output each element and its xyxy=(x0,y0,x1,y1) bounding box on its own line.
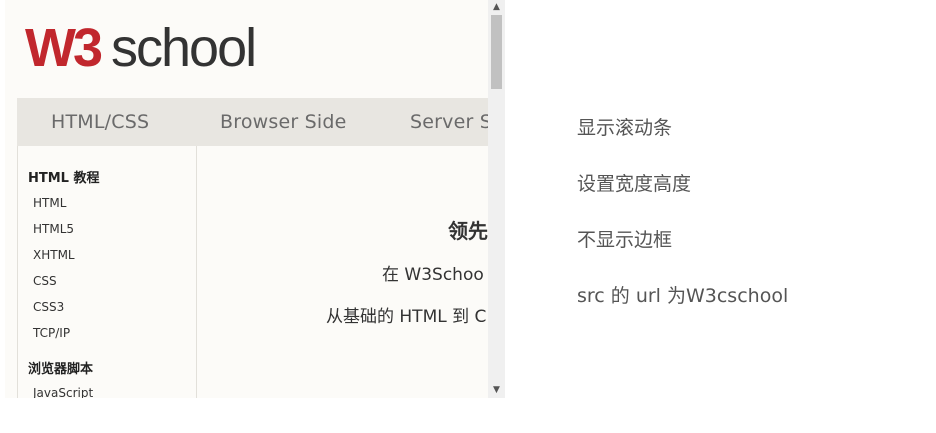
nav-item-server-side[interactable]: Server Si xyxy=(410,111,488,133)
nav-item-browser-side[interactable]: Browser Side xyxy=(220,111,347,133)
nav-item-html-css[interactable]: HTML/CSS xyxy=(51,111,149,133)
svg-text:W3: W3 xyxy=(25,18,102,74)
iframe-panel[interactable]: W3 school HTML/CSS Browser Side Server S… xyxy=(5,0,505,398)
scrollbar-thumb[interactable] xyxy=(491,15,502,89)
sidebar-link-css3[interactable]: CSS3 xyxy=(33,300,64,314)
note-set-width-height: 设置宽度高度 xyxy=(577,173,692,195)
sidebar: HTML 教程 HTML HTML5 XHTML CSS CSS3 TCP/IP… xyxy=(17,146,197,398)
iframe-content: W3 school HTML/CSS Browser Side Server S… xyxy=(5,0,488,398)
main-intro-line: 在 W3Schoo xyxy=(382,265,484,285)
sidebar-link-javascript[interactable]: JavaScript xyxy=(33,386,93,398)
vertical-scrollbar[interactable]: ▲ ▼ xyxy=(488,0,505,398)
sidebar-link-css[interactable]: CSS xyxy=(33,274,57,288)
svg-text:school: school xyxy=(111,18,255,74)
top-nav: HTML/CSS Browser Side Server Si xyxy=(17,98,488,146)
note-no-border: 不显示边框 xyxy=(577,229,673,251)
sidebar-heading-html: HTML 教程 xyxy=(28,171,100,186)
note-show-scrollbar: 显示滚动条 xyxy=(577,117,673,139)
scroll-up-arrow-icon[interactable]: ▲ xyxy=(488,0,505,14)
note-src-url: src 的 url 为W3cschool xyxy=(577,285,789,307)
sidebar-link-xhtml[interactable]: XHTML xyxy=(33,248,75,262)
scroll-down-arrow-icon[interactable]: ▼ xyxy=(488,383,505,397)
main-description-line: 从基础的 HTML 到 C xyxy=(326,307,487,327)
w3school-logo[interactable]: W3 school xyxy=(25,18,295,74)
sidebar-heading-browser-script: 浏览器脚本 xyxy=(28,362,94,377)
main-heading: 领先 xyxy=(448,219,488,243)
sidebar-link-html[interactable]: HTML xyxy=(33,196,66,210)
sidebar-link-html5[interactable]: HTML5 xyxy=(33,222,74,236)
sidebar-link-tcp-ip[interactable]: TCP/IP xyxy=(33,326,70,340)
